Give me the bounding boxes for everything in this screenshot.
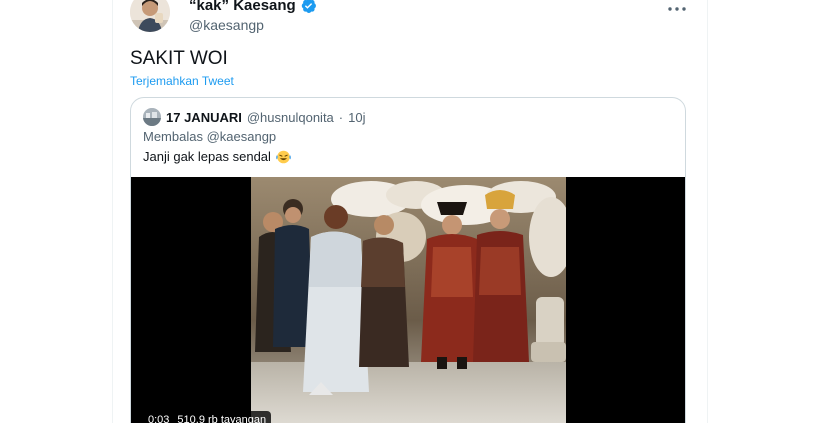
video-frame[interactable] — [251, 177, 566, 423]
quoted-handle[interactable]: @husnulqonita — [247, 110, 334, 125]
author-handle[interactable]: @kaesangp — [189, 17, 264, 33]
video-view-count: 510,9 rb tayangan — [177, 414, 267, 423]
avatar-photo — [130, 0, 170, 32]
quoted-timestamp[interactable]: 10j — [348, 110, 365, 125]
tweet-article[interactable]: “kak” Kaesang @kaesangp SAKIT WOI Terjem… — [113, 0, 707, 423]
avatar[interactable] — [130, 0, 170, 32]
video-info-badge: 0:03 510,9 rb tayangan — [143, 411, 272, 423]
more-options-button[interactable] — [666, 0, 688, 16]
video-elapsed-time: 0:03 — [148, 414, 170, 423]
more-horizontal-icon — [668, 0, 686, 16]
quoted-tweet[interactable]: 17 JANUARI @husnulqonita · 10j Membalas … — [130, 97, 686, 423]
quoted-reply-context: Membalas @kaesangp — [143, 129, 277, 144]
video-still-image — [251, 177, 566, 423]
author-name-row[interactable]: “kak” Kaesang — [189, 0, 317, 15]
translate-tweet-link[interactable]: Terjemahkan Tweet — [130, 74, 234, 88]
quoted-author-row[interactable]: 17 JANUARI @husnulqonita · 10j — [143, 108, 366, 126]
quoted-separator: · — [338, 109, 344, 125]
right-sidebar — [707, 0, 822, 423]
quoted-avatar-photo — [143, 108, 161, 126]
tweet-text: SAKIT WOI — [130, 48, 228, 69]
video-player[interactable]: 0:03 510,9 rb tayangan — [131, 177, 685, 423]
author-display-name[interactable]: “kak” Kaesang — [189, 0, 296, 14]
quoted-display-name[interactable]: 17 JANUARI — [166, 110, 242, 125]
left-sidebar — [0, 0, 113, 423]
quoted-text-row: Janji gak lepas sendal — [143, 149, 292, 164]
laughing-crying-emoji-icon — [275, 149, 292, 164]
quoted-text: Janji gak lepas sendal — [143, 149, 271, 164]
verified-badge-icon — [300, 0, 317, 14]
quoted-avatar[interactable] — [143, 108, 161, 126]
browser-viewport: “kak” Kaesang @kaesangp SAKIT WOI Terjem… — [0, 0, 822, 423]
